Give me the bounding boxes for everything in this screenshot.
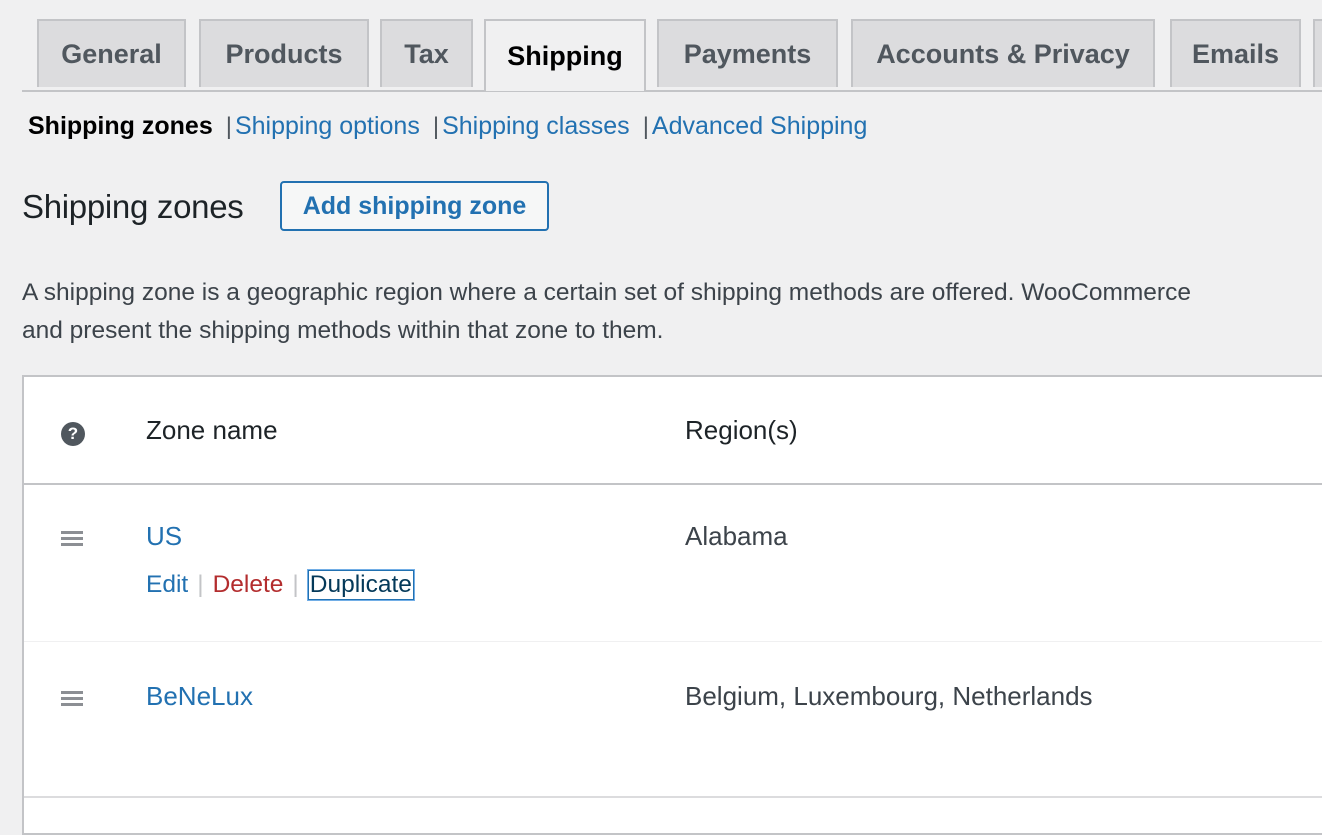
description-line-2: and present the shipping methods within … — [22, 317, 664, 344]
shipping-zones-table: ? Zone name Region(s) US Alabama Edit | … — [22, 375, 1322, 835]
column-header-regions: Region(s) — [685, 415, 798, 445]
subnav-shipping-zones: Shipping zones — [28, 112, 213, 140]
zone-regions: Belgium, Luxembourg, Netherlands — [685, 681, 1093, 711]
tab-tax[interactable]: Tax — [380, 19, 473, 87]
subnav-separator: | — [432, 112, 440, 140]
tab-overflow[interactable] — [1313, 19, 1322, 87]
action-separator: | — [197, 571, 204, 598]
subnav-shipping-classes[interactable]: Shipping classes — [442, 112, 630, 141]
tab-payments[interactable]: Payments — [657, 19, 838, 87]
table-row: BeNeLux Belgium, Luxembourg, Netherlands — [24, 643, 1322, 798]
edit-link[interactable]: Edit — [146, 571, 188, 599]
shipping-subnav: Shipping zones | Shipping options | Ship… — [28, 112, 867, 141]
delete-link[interactable]: Delete — [213, 571, 284, 599]
question-mark-icon[interactable]: ? — [61, 422, 85, 446]
drag-handle-icon[interactable] — [61, 531, 83, 546]
tab-accounts-privacy[interactable]: Accounts & Privacy — [851, 19, 1155, 87]
table-row: US Alabama Edit | Delete | Duplicate — [24, 484, 1322, 642]
page-title: Shipping zones — [22, 188, 244, 225]
tab-shipping[interactable]: Shipping — [484, 19, 646, 91]
add-shipping-zone-button[interactable]: Add shipping zone — [280, 181, 549, 231]
subnav-shipping-options[interactable]: Shipping options — [235, 112, 420, 141]
duplicate-link[interactable]: Duplicate — [307, 570, 414, 600]
row-actions: Edit | Delete | Duplicate — [146, 570, 414, 600]
subnav-separator: | — [225, 112, 232, 140]
shipping-zone-description: A shipping zone is a geographic region w… — [22, 274, 1322, 350]
zone-regions: Alabama — [685, 521, 788, 551]
table-header: ? Zone name Region(s) — [24, 377, 1322, 485]
drag-handle-icon[interactable] — [61, 691, 83, 706]
zone-name-link[interactable]: US — [146, 521, 182, 552]
tab-general[interactable]: General — [37, 19, 186, 87]
column-header-zone-name: Zone name — [146, 415, 278, 445]
zone-name-link[interactable]: BeNeLux — [146, 681, 253, 712]
subnav-separator: | — [642, 112, 649, 140]
subnav-advanced-shipping[interactable]: Advanced Shipping — [652, 112, 867, 141]
settings-tab-bar: General Products Tax Shipping Payments A… — [22, 18, 1322, 92]
tab-emails[interactable]: Emails — [1170, 19, 1301, 87]
tab-products[interactable]: Products — [199, 19, 369, 87]
description-line-1: A shipping zone is a geographic region w… — [22, 279, 1191, 306]
action-separator: | — [292, 571, 299, 598]
